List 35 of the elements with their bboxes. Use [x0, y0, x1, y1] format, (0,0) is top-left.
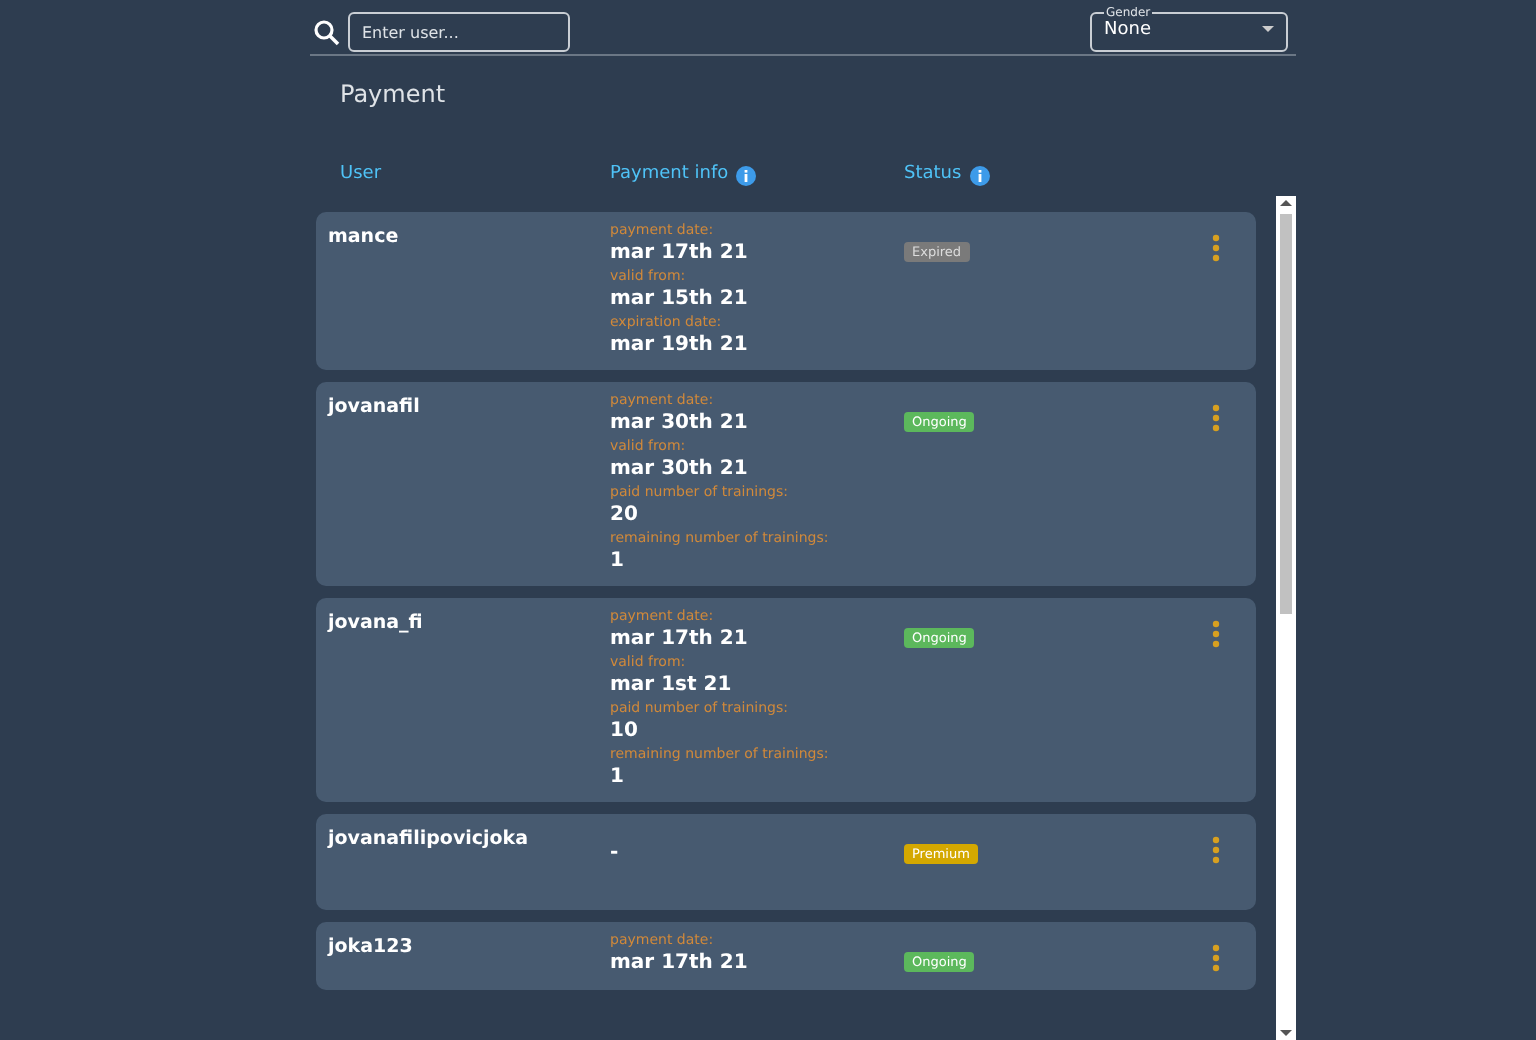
- scroll-up-icon[interactable]: [1280, 198, 1292, 208]
- more-icon[interactable]: [1212, 404, 1220, 432]
- username: jovanafil: [328, 396, 420, 418]
- info-value: mar 17th 21: [610, 626, 748, 652]
- info-value: mar 15th 21: [610, 286, 748, 312]
- info-value: mar 17th 21: [610, 950, 748, 976]
- column-header[interactable]: User: [340, 162, 382, 190]
- search-icon: [314, 19, 340, 45]
- info-value: mar 19th 21: [610, 332, 748, 358]
- column-header[interactable]: Status: [904, 162, 962, 190]
- info-value: mar 17th 21: [610, 240, 748, 266]
- scroll-down-icon[interactable]: [1280, 1028, 1292, 1038]
- username: joka123: [328, 936, 413, 958]
- info-value: mar 30th 21: [610, 410, 748, 436]
- info-value: mar 1st 21: [610, 672, 732, 698]
- username: mance: [328, 226, 399, 248]
- info-value: 1: [610, 764, 624, 790]
- column-header[interactable]: Payment info: [610, 162, 729, 190]
- username: jovanafilipovicjoka: [328, 828, 529, 850]
- caret-icon: [1262, 26, 1274, 34]
- info-value: mar 30th 21: [610, 456, 748, 482]
- info-value: 10: [610, 718, 638, 744]
- username: jovana_fi: [328, 612, 423, 634]
- search-field[interactable]: Enter user...: [348, 12, 570, 52]
- more-icon[interactable]: [1212, 836, 1220, 864]
- page-title: Payment: [340, 80, 446, 108]
- info-value: 20: [610, 502, 638, 528]
- more-icon[interactable]: [1212, 944, 1220, 972]
- info-icon[interactable]: [736, 166, 757, 186]
- more-icon[interactable]: [1212, 234, 1220, 262]
- info-icon[interactable]: [969, 166, 990, 186]
- payment-info-empty: -: [610, 840, 619, 866]
- info-value: 1: [610, 548, 624, 574]
- scrollbar[interactable]: [1276, 196, 1296, 1040]
- more-icon[interactable]: [1212, 620, 1220, 648]
